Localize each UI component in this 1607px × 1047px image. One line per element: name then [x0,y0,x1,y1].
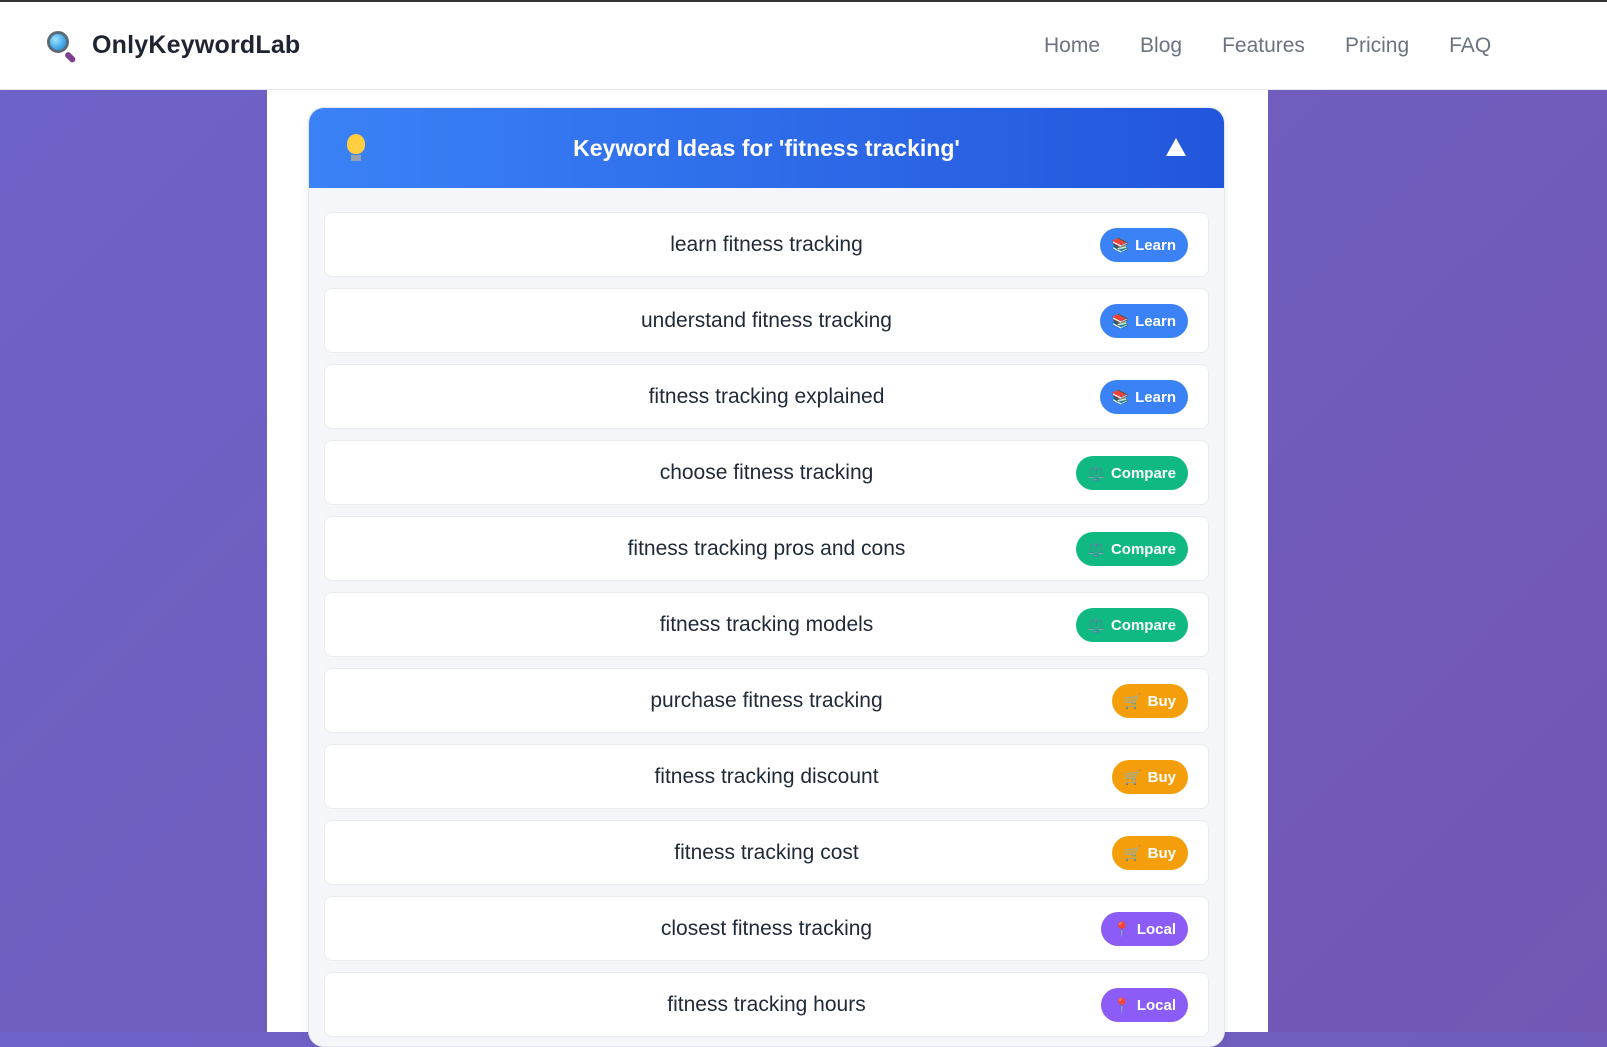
intent-badge-buy[interactable]: 🛒 Buy [1112,836,1188,870]
learn-icon: 📚 [1111,237,1130,253]
nav-pricing[interactable]: Pricing [1345,34,1409,58]
intent-badge-label: Learn [1135,236,1176,254]
intent-badge-label: Buy [1147,844,1176,862]
site-header: OnlyKeywordLab Home Blog Features Pricin… [0,2,1607,90]
keyword-item[interactable]: learn fitness tracking 📚 Learn [324,212,1209,277]
buy-icon: 🛒 [1124,693,1142,709]
collapse-triangle-icon[interactable] [1166,138,1186,156]
intent-badge-local[interactable]: 📍 Local [1101,912,1188,946]
keyword-text: learn fitness tracking [670,232,863,256]
magnifier-icon [46,30,78,64]
keyword-text: fitness tracking hours [667,992,866,1016]
learn-icon: 📚 [1111,389,1130,405]
keyword-item[interactable]: understand fitness tracking 📚 Learn [324,288,1209,353]
intent-badge-buy[interactable]: 🛒 Buy [1112,684,1188,718]
keyword-item[interactable]: fitness tracking models ⚖️ Compare [324,592,1209,657]
intent-badge-buy[interactable]: 🛒 Buy [1112,760,1188,794]
intent-badge-label: Buy [1147,692,1176,710]
compare-icon: ⚖️ [1087,465,1105,481]
panel-header[interactable]: Keyword Ideas for 'fitness tracking' [309,108,1224,188]
keyword-item[interactable]: fitness tracking cost 🛒 Buy [324,820,1209,885]
local-icon: 📍 [1113,997,1131,1013]
learn-icon: 📚 [1111,313,1130,329]
intent-badge-learn[interactable]: 📚 Learn [1099,228,1188,262]
compare-icon: ⚖️ [1087,617,1105,633]
keyword-item[interactable]: purchase fitness tracking 🛒 Buy [324,668,1209,733]
keyword-text: purchase fitness tracking [650,688,883,712]
brand-logo[interactable]: OnlyKeywordLab [46,30,301,64]
nav-blog[interactable]: Blog [1140,34,1182,58]
keyword-item[interactable]: fitness tracking discount 🛒 Buy [324,744,1209,809]
local-icon: 📍 [1113,921,1131,937]
keyword-item[interactable]: fitness tracking explained 📚 Learn [324,364,1209,429]
brand-name: OnlyKeywordLab [92,31,301,59]
buy-icon: 🛒 [1124,845,1142,861]
intent-badge-label: Local [1136,996,1176,1014]
intent-badge-label: Compare [1110,464,1176,482]
intent-badge-compare[interactable]: ⚖️ Compare [1075,456,1188,490]
keyword-list: learn fitness tracking 📚 Learn understand f… [309,188,1224,1037]
keyword-text: closest fitness tracking [660,916,873,940]
intent-badge-compare[interactable]: ⚖️ Compare [1075,532,1188,566]
main-nav: Home Blog Features Pricing FAQ [1044,2,1491,90]
buy-icon: 🛒 [1124,769,1142,785]
intent-badge-learn[interactable]: 📚 Learn [1099,380,1188,414]
intent-badge-label: Learn [1135,388,1176,406]
keyword-text: fitness tracking discount [654,764,879,788]
intent-badge-label: Local [1136,920,1176,938]
panel-title: Keyword Ideas for 'fitness tracking' [573,134,960,161]
intent-badge-learn[interactable]: 📚 Learn [1099,304,1188,338]
intent-badge-label: Compare [1110,540,1176,558]
intent-badge-label: Compare [1110,616,1176,634]
keyword-item[interactable]: choose fitness tracking ⚖️ Compare [324,440,1209,505]
keyword-item[interactable]: fitness tracking hours 📍 Local [324,972,1209,1037]
nav-home[interactable]: Home [1044,34,1100,58]
content-area: Keyword Ideas for 'fitness tracking' lea… [267,90,1268,1047]
keyword-ideas-panel: Keyword Ideas for 'fitness tracking' lea… [308,107,1225,1047]
nav-features[interactable]: Features [1222,34,1305,58]
intent-badge-local[interactable]: 📍 Local [1101,988,1188,1022]
lightbulb-icon [345,134,367,164]
compare-icon: ⚖️ [1087,541,1105,557]
intent-badge-compare[interactable]: ⚖️ Compare [1075,608,1188,642]
nav-faq[interactable]: FAQ [1449,34,1491,58]
keyword-item[interactable]: fitness tracking pros and cons ⚖️ Compare [324,516,1209,581]
intent-badge-label: Learn [1135,312,1176,330]
keyword-item[interactable]: closest fitness tracking 📍 Local [324,896,1209,961]
keyword-text: fitness tracking cost [674,840,859,864]
intent-badge-label: Buy [1147,768,1176,786]
keyword-text: understand fitness tracking [641,308,892,332]
keyword-text: fitness tracking explained [648,384,885,408]
